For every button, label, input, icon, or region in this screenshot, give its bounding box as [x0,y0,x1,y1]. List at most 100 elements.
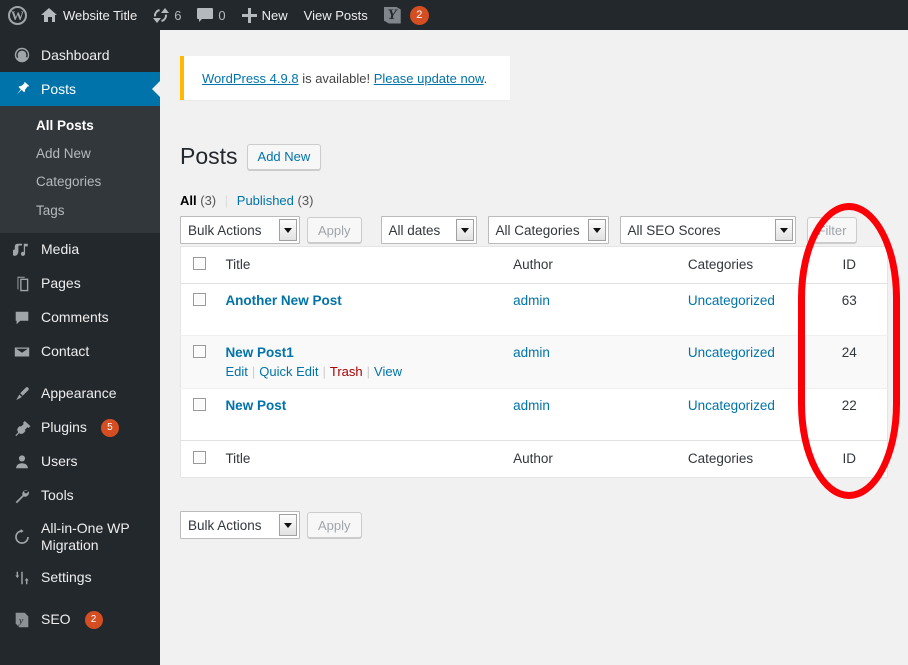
post-author-link[interactable]: admin [513,345,550,360]
bulk-actions-select-bottom[interactable]: Bulk Actions [180,511,300,539]
select-all-header [180,246,216,284]
row-action-quick-edit[interactable]: Quick Edit [259,364,318,379]
site-name-menu[interactable]: Website Title [33,0,145,30]
media-icon [12,240,32,260]
column-footer-id: ID [811,440,888,478]
row-title-cell: New Post1 Edit | Quick Edit | Trash | View [215,336,503,389]
pages-icon [12,274,32,294]
view-posts-button[interactable]: View Posts [296,0,376,30]
sidebar-item-contact[interactable]: Contact [0,335,160,369]
active-menu-pointer [152,81,160,97]
column-header-id: ID [811,246,888,284]
row-select-cell [181,284,216,336]
post-status-views: All (3) | Published (3) [180,193,313,208]
apply-button-top[interactable]: Apply [307,217,362,243]
row-action-view[interactable]: View [374,364,402,379]
table-row: New Post admin Uncategorized 22 [180,389,888,441]
sidebar-item-label: Comments [41,309,109,326]
sidebar-item-tags[interactable]: Tags [0,197,160,225]
sidebar-item-label: Media [41,241,80,258]
please-update-now-link[interactable]: Please update now [374,71,484,86]
notice-text: WordPress 4.9.8 is available! Please upd… [202,71,487,86]
sidebar-item-comments[interactable]: Comments [0,301,160,335]
row-action-edit[interactable]: Edit [225,364,247,379]
sidebar-item-categories[interactable]: Categories [0,168,160,196]
sidebar-item-users[interactable]: Users [0,445,160,479]
seo-score-filter-select[interactable]: All SEO Scores [619,216,796,244]
user-icon [12,452,32,472]
comment-bubble-icon [12,308,32,328]
sidebar-item-label: Users [41,453,78,470]
posts-table-foot: Title Author Categories ID [180,440,888,478]
add-new-button[interactable]: Add New [246,143,322,170]
comments-count: 0 [218,7,226,23]
chevron-down-icon [587,219,606,241]
bulk-actions-select-top[interactable]: Bulk Actions [180,216,300,244]
wordpress-version-link[interactable]: WordPress 4.9.8 [202,71,299,86]
view-all-link[interactable]: All [180,193,197,208]
post-author-link[interactable]: admin [513,398,550,413]
post-category-link[interactable]: Uncategorized [688,398,775,413]
page-heading-row: Posts Add New [180,142,322,172]
row-checkbox[interactable] [193,345,206,358]
notice-period: . [483,70,488,86]
view-published-link[interactable]: Published [237,193,294,208]
post-title-link[interactable]: Another New Post [225,293,341,308]
sidebar-item-tools[interactable]: Tools [0,479,160,513]
wordpress-logo-button[interactable]: W [0,0,33,30]
new-content-button[interactable]: New [234,0,296,30]
sidebar-item-settings[interactable]: Settings [0,561,160,595]
updates-icon [151,5,170,25]
date-filter-value: All dates [388,222,441,238]
chevron-down-icon [455,219,474,241]
post-title-link[interactable]: New Post1 [225,345,293,360]
comments-button[interactable]: 0 [189,0,233,30]
row-title-cell: Another New Post [215,284,503,336]
filter-button[interactable]: Filter [806,217,858,243]
yoast-seo-icon: y [12,610,32,630]
posts-table-head: Title Author Categories ID [180,246,888,284]
admin-sidebar: Dashboard Posts All Posts Add New Catego… [0,30,160,665]
sidebar-item-all-in-one-wp-migration[interactable]: All-in-One WP Migration [0,513,160,561]
row-id-cell: 22 [841,398,857,413]
row-select-cell [181,389,216,441]
tablenav-bottom: Bulk Actions Apply [180,511,362,539]
column-header-title[interactable]: Title [215,246,504,284]
row-checkbox[interactable] [193,398,206,411]
posts-table: Title Author Categories ID Another New P… [180,246,888,478]
category-filter-select[interactable]: All Categories [487,216,609,244]
column-footer-title[interactable]: Title [215,440,504,478]
post-title-link[interactable]: New Post [225,398,286,413]
sidebar-item-appearance[interactable]: Appearance [0,377,160,411]
chevron-down-icon [279,514,297,536]
yoast-seo-menu[interactable]: Y 2 [376,0,437,30]
updates-count: 6 [174,7,182,23]
select-all-checkbox[interactable] [193,257,206,270]
apply-button-bottom[interactable]: Apply [307,512,362,538]
post-author-link[interactable]: admin [513,293,550,308]
row-checkbox[interactable] [193,293,206,306]
view-posts-label: View Posts [303,7,368,23]
view-published-count: (3) [297,193,314,208]
updates-button[interactable]: 6 [145,0,189,30]
post-category-link[interactable]: Uncategorized [688,345,775,360]
date-filter-select[interactable]: All dates [380,216,477,244]
sidebar-item-add-new[interactable]: Add New [0,140,160,168]
sidebar-item-media[interactable]: Media [0,233,160,267]
sidebar-item-dashboard[interactable]: Dashboard [0,38,160,72]
notice-middle-text: is available! [298,70,374,86]
sidebar-item-plugins[interactable]: Plugins 5 [0,411,160,445]
sidebar-item-label: Settings [41,569,92,586]
sidebar-item-posts[interactable]: Posts [0,72,160,106]
sidebar-item-all-posts[interactable]: All Posts [0,112,160,140]
row-action-trash[interactable]: Trash [330,364,363,379]
post-category-link[interactable]: Uncategorized [688,293,775,308]
table-footer-row: Title Author Categories ID [180,440,888,478]
wrench-icon [12,486,32,506]
posts-table-body: Another New Post admin Uncategorized 63 … [180,284,888,441]
sidebar-item-pages[interactable]: Pages [0,267,160,301]
dashboard-icon [12,45,32,65]
sidebar-item-seo[interactable]: y SEO 2 [0,603,160,637]
select-all-checkbox-footer[interactable] [193,451,206,464]
sidebar-item-label: Dashboard [41,46,110,63]
